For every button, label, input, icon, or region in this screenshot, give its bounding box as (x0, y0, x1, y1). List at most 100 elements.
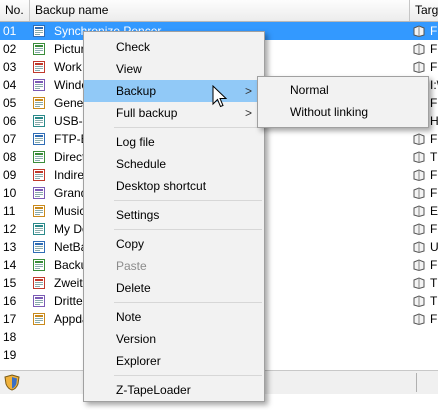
menu-item-backup-label: Backup (116, 84, 157, 98)
menu-item-settings[interactable]: Settings (84, 204, 264, 226)
target-path: F (430, 186, 438, 200)
column-header-target[interactable]: Targ (410, 0, 438, 21)
drive-icon (413, 295, 425, 307)
row-number: 17 (3, 312, 17, 326)
target-path: T (430, 294, 438, 308)
target-path: F (430, 42, 438, 56)
table-header: No. Backup name Targ (0, 0, 438, 22)
target-path: F (430, 222, 438, 236)
target-path: T (430, 150, 438, 164)
backup-name: Pictur (54, 42, 85, 56)
row-number: 06 (3, 114, 17, 128)
menu-item-note[interactable]: Note (84, 306, 264, 328)
column-header-name[interactable]: Backup name (30, 0, 410, 21)
context-menu: Check View Backup > Full backup > Log fi… (83, 31, 265, 402)
target-path: U (430, 240, 438, 254)
target-path: T (430, 276, 438, 290)
menu-item-schedule[interactable]: Schedule (84, 153, 264, 175)
menu-item-log-file[interactable]: Log file (84, 131, 264, 153)
menu-item-copy[interactable]: Copy (84, 233, 264, 255)
menu-separator (114, 200, 262, 201)
drive-icon (413, 313, 425, 325)
row-number: 10 (3, 186, 17, 200)
backup-job-icon (33, 25, 45, 37)
backup-name: Indire (54, 168, 85, 182)
menu-item-version[interactable]: Version (84, 328, 264, 350)
backup-job-icon (33, 205, 45, 217)
backup-name: Gene (54, 96, 84, 110)
status-separator (416, 373, 417, 392)
target-path: F (430, 132, 438, 146)
submenu-arrow-icon: > (244, 84, 252, 98)
mouse-pointer-icon (212, 85, 228, 108)
backup-name: Music (54, 204, 86, 218)
drive-icon (413, 277, 425, 289)
row-number: 18 (3, 330, 17, 344)
drive-icon (413, 259, 425, 271)
menu-item-delete[interactable]: Delete (84, 277, 264, 299)
row-number: 09 (3, 168, 17, 182)
drive-icon (413, 169, 425, 181)
row-number: 08 (3, 150, 17, 164)
target-path: F (430, 258, 438, 272)
target-path: E (430, 204, 438, 218)
backup-job-icon (33, 295, 45, 307)
row-number: 07 (3, 132, 17, 146)
menu-separator (114, 127, 262, 128)
drive-icon (413, 187, 425, 199)
backup-name: Direct (54, 150, 86, 164)
backup-name: Dritte (54, 294, 83, 308)
row-number: 11 (3, 204, 16, 218)
backup-submenu: Normal Without linking (257, 76, 429, 128)
target-path: F (430, 24, 438, 38)
drive-icon (413, 223, 425, 235)
menu-item-explorer[interactable]: Explorer (84, 350, 264, 372)
backup-job-icon (33, 241, 45, 253)
backup-job-icon (33, 61, 45, 73)
target-path: F (430, 96, 438, 110)
drive-icon (413, 43, 425, 55)
drive-icon (413, 205, 425, 217)
column-header-no[interactable]: No. (0, 0, 30, 21)
backup-job-icon (33, 187, 45, 199)
backup-job-icon (33, 223, 45, 235)
row-number: 05 (3, 96, 17, 110)
row-number: 01 (3, 24, 17, 38)
drive-icon (413, 151, 425, 163)
submenu-arrow-icon: > (244, 106, 252, 120)
drive-icon (413, 133, 425, 145)
backup-name: Work (54, 60, 82, 74)
backup-job-icon (33, 151, 45, 163)
row-number: 12 (3, 222, 17, 236)
row-number: 02 (3, 42, 17, 56)
target-path: F (430, 168, 438, 182)
backup-job-icon (33, 133, 45, 145)
backup-job-icon (33, 169, 45, 181)
row-number: 16 (3, 294, 17, 308)
menu-item-check[interactable]: Check (84, 36, 264, 58)
row-number: 19 (3, 348, 17, 362)
backup-job-icon (33, 277, 45, 289)
row-number: 03 (3, 60, 17, 74)
menu-item-backup[interactable]: Backup > (84, 80, 264, 102)
backup-name: USB-I (54, 114, 87, 128)
drive-icon (413, 61, 425, 73)
menu-item-desktop-shortcut[interactable]: Desktop shortcut (84, 175, 264, 197)
menu-item-z-tapeloader[interactable]: Z-TapeLoader (84, 379, 264, 401)
backup-job-icon (33, 313, 45, 325)
backup-job-icon (33, 97, 45, 109)
row-number: 04 (3, 78, 17, 92)
backup-job-icon (33, 115, 45, 127)
menu-item-paste: Paste (116, 259, 147, 273)
menu-item-full-backup-label: Full backup (116, 106, 178, 120)
submenu-item-without-linking[interactable]: Without linking (258, 101, 428, 123)
menu-item-view[interactable]: View (84, 58, 264, 80)
target-path: I:\ (430, 78, 438, 92)
row-number: 13 (3, 240, 17, 254)
backup-job-icon (33, 259, 45, 271)
backup-job-icon (33, 79, 45, 91)
menu-item-full-backup[interactable]: Full backup > (84, 102, 264, 124)
submenu-item-normal[interactable]: Normal (258, 79, 428, 101)
menu-separator (114, 229, 262, 230)
menu-separator (114, 302, 262, 303)
